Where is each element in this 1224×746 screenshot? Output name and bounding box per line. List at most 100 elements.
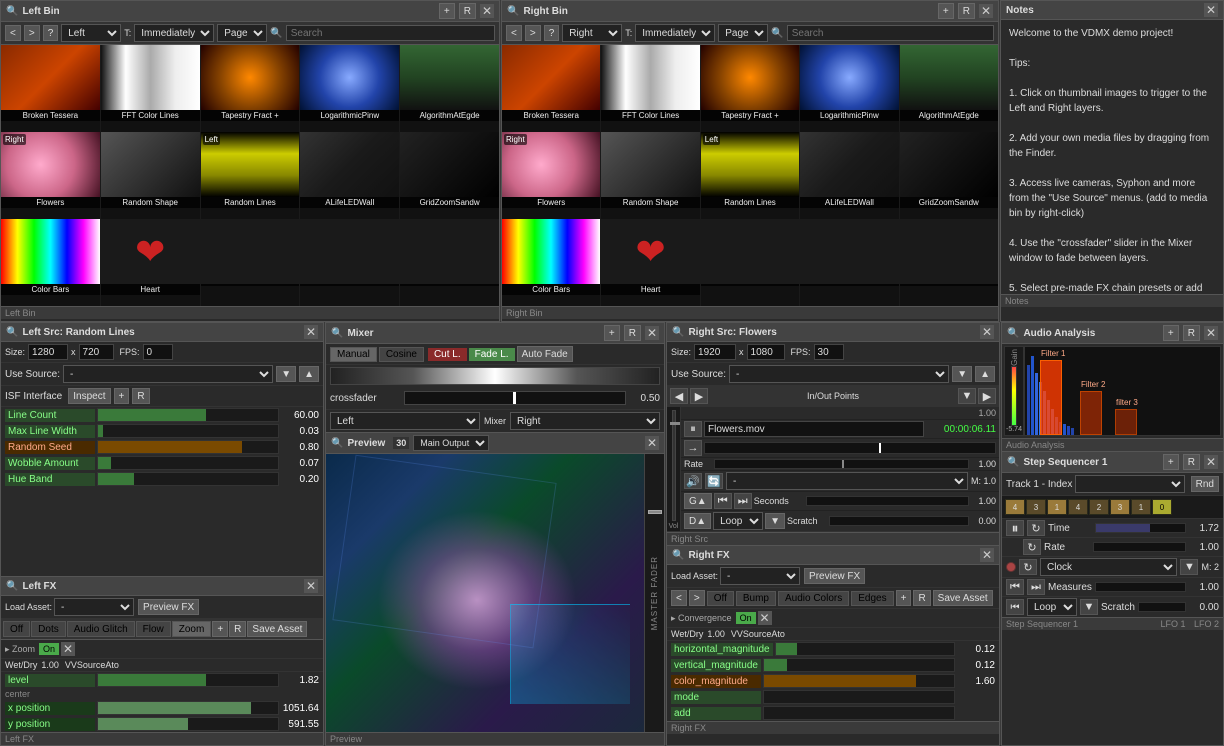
right-src-rate-track[interactable] <box>714 459 969 469</box>
right-thumb-broken-tessera[interactable]: Broken Tessera <box>502 45 600 132</box>
left-fx-r-btn[interactable]: R <box>229 621 246 637</box>
right-bin-r-btn[interactable]: R <box>958 3 975 19</box>
left-src-fps[interactable] <box>143 344 173 360</box>
step-seq-loop-btn[interactable]: ↻ <box>1027 520 1045 536</box>
right-fx-back-btn[interactable]: < <box>671 590 687 606</box>
mixer-tab-cosine[interactable]: Cosine <box>379 347 424 362</box>
left-nav-prev-btn[interactable]: < <box>5 25 21 41</box>
left-bin-close-btn[interactable]: ✕ <box>480 4 494 18</box>
step-seq-loop-select[interactable]: Loop <box>1027 598 1077 616</box>
right-thumb-empty1[interactable] <box>701 219 799 306</box>
right-src-arrow-right[interactable]: → <box>684 440 702 456</box>
right-src-close-btn[interactable]: ✕ <box>980 325 994 339</box>
left-thumb-random-shape[interactable]: Random Shape <box>101 132 200 219</box>
left-thumb-empty2[interactable] <box>300 219 399 306</box>
right-src-down-btn[interactable]: ▼ <box>952 366 972 382</box>
left-bin-add-btn[interactable]: + <box>439 3 455 19</box>
right-src-gain-btn[interactable]: G▲ <box>684 493 712 509</box>
right-src-left-arrow[interactable]: ◀ <box>670 388 688 404</box>
right-thumb-tapestry[interactable]: Tapestry Fract + <box>701 45 799 132</box>
left-src-usesource-select[interactable]: - <box>63 365 273 383</box>
right-fx-r-btn[interactable]: R <box>913 590 930 606</box>
right-thumb-heart[interactable]: ❤ Heart <box>601 219 699 306</box>
left-thumb-tapestry[interactable]: Tapestry Fract + <box>201 45 300 132</box>
left-fx-effect-close-btn[interactable]: ✕ <box>61 642 75 656</box>
right-fx-on-btn[interactable]: On <box>736 612 756 624</box>
left-thumb-colorbars[interactable]: Color Bars <box>1 219 100 306</box>
right-bin-close-btn[interactable]: ✕ <box>979 4 993 18</box>
right-fx-effect-close[interactable]: ✕ <box>758 611 772 625</box>
right-thumb-right-flowers[interactable]: Right Flowers <box>502 132 600 219</box>
right-src-width[interactable] <box>694 344 736 360</box>
right-nav-help-btn[interactable]: ? <box>544 25 560 41</box>
left-fx-tab-off[interactable]: Off <box>3 621 30 637</box>
left-thumb-gridzoom[interactable]: GridZoomSandw <box>400 132 499 219</box>
right-fx-close-btn[interactable]: ✕ <box>980 548 994 562</box>
right-fx-tab-off[interactable]: Off <box>707 591 734 606</box>
left-src-r-btn[interactable]: R <box>132 388 149 404</box>
preview-output-select[interactable]: Main Output <box>413 435 489 451</box>
mixer-left-select[interactable]: Left <box>330 412 480 430</box>
mixer-add-btn[interactable]: + <box>604 325 620 341</box>
step-seq-clock-select[interactable]: Clock <box>1040 558 1177 576</box>
left-fx-tab-flow[interactable]: Flow <box>136 621 171 637</box>
step-seq-loop-transport[interactable]: ⏮ <box>1006 599 1024 615</box>
left-fx-close-btn[interactable]: ✕ <box>304 579 318 593</box>
right-thumb-logarithmic[interactable]: LogarithmicPinw <box>800 45 898 132</box>
left-thumb-alife[interactable]: ALifeLEDWall <box>300 132 399 219</box>
right-fx-add-btn[interactable]: + <box>896 590 912 606</box>
master-fader-thumb[interactable] <box>648 510 662 514</box>
left-src-usesource-down-btn[interactable]: ▼ <box>276 366 296 382</box>
step-seq-track-select[interactable] <box>1075 475 1184 493</box>
right-src-usesource-select[interactable]: - <box>729 365 949 383</box>
right-fx-tab-edges[interactable]: Edges <box>851 591 893 606</box>
mixer-r-btn[interactable]: R <box>624 325 641 341</box>
step-seq-kk-right[interactable]: ⏭ <box>1027 579 1045 595</box>
right-src-scratch-track[interactable] <box>829 516 969 526</box>
right-fx-save-btn[interactable]: Save Asset <box>933 590 993 606</box>
right-src-height[interactable] <box>747 344 785 360</box>
left-src-close-btn[interactable]: ✕ <box>304 325 318 339</box>
left-fx-tab-zoom[interactable]: Zoom <box>172 621 212 637</box>
right-src-source-select[interactable]: - <box>726 472 968 490</box>
right-thumb-random-shape[interactable]: Random Shape <box>601 132 699 219</box>
right-src-inout-down[interactable]: ▼ <box>958 388 976 404</box>
notes-close-btn[interactable]: ✕ <box>1204 3 1218 17</box>
audio-close-btn[interactable]: ✕ <box>1204 326 1218 340</box>
preview-close-btn[interactable]: ✕ <box>645 436 659 450</box>
left-src-add-btn[interactable]: + <box>114 388 130 404</box>
left-nav-help-btn[interactable]: ? <box>43 25 59 41</box>
seq-cell-4[interactable]: 2 <box>1089 499 1109 515</box>
right-thumb-colorbars[interactable]: Color Bars <box>502 219 600 306</box>
audio-r-btn[interactable]: R <box>1183 325 1200 341</box>
mixer-tab-manual[interactable]: Manual <box>330 347 377 362</box>
right-thumb-fft[interactable]: FFT Color Lines <box>601 45 699 132</box>
right-src-inout-right[interactable]: ▶ <box>978 388 996 404</box>
step-seq-measures-track[interactable] <box>1095 582 1186 592</box>
step-seq-kk-left[interactable]: ⏮ <box>1006 579 1024 595</box>
left-thumb-right-flowers[interactable]: Right Flowers <box>1 132 100 219</box>
right-src-speaker-btn[interactable]: 🔊 <box>684 473 702 489</box>
seq-cell-6[interactable]: 1 <box>1131 499 1151 515</box>
left-src-width[interactable] <box>28 344 68 360</box>
mixer-close-btn[interactable]: ✕ <box>645 326 659 340</box>
left-bin-transition-select[interactable]: Immediately <box>134 24 214 42</box>
left-src-inspect-btn[interactable]: Inspect <box>68 388 110 404</box>
step-seq-clock-loop-btn[interactable]: ↻ <box>1019 559 1037 575</box>
right-src-kk-right[interactable]: ⏭ <box>734 493 752 509</box>
right-src-loop-arrow[interactable]: ▼ <box>765 513 785 529</box>
right-src-loop-select[interactable]: Loop <box>713 512 763 530</box>
step-seq-scratch-arrow[interactable]: ▼ <box>1080 599 1098 615</box>
left-thumb-empty3[interactable] <box>400 219 499 306</box>
right-src-playhead-track[interactable] <box>704 442 996 454</box>
left-bin-select[interactable]: Left <box>61 24 121 42</box>
right-thumb-random-lines[interactable]: Left Random Lines <box>701 132 799 219</box>
right-thumb-algorithm[interactable]: AlgorithmAtEgde <box>900 45 998 132</box>
mixer-fade-btn[interactable]: Fade L. <box>469 348 515 361</box>
right-fx-asset-select[interactable]: - <box>720 567 800 585</box>
mixer-cut-btn[interactable]: Cut L. <box>428 348 467 361</box>
left-src-height[interactable] <box>79 344 114 360</box>
step-seq-play-btn[interactable]: ⏸ <box>1006 520 1024 536</box>
right-src-right-arrow[interactable]: ▶ <box>690 388 708 404</box>
mixer-right-select[interactable]: Right <box>510 412 660 430</box>
